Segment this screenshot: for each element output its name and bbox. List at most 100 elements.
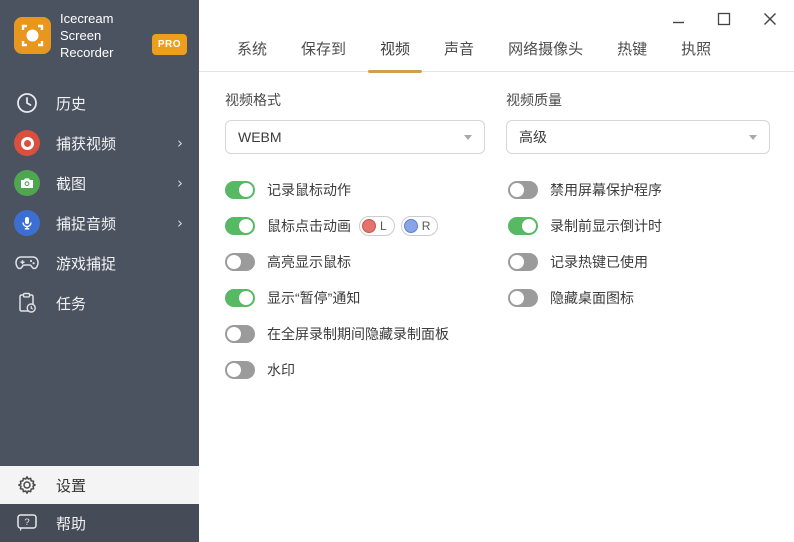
toggle-row-hide-desktop-icons: 隐藏桌面图标: [508, 287, 662, 309]
record-icon: [14, 130, 40, 156]
left-click-color-badge[interactable]: L: [359, 216, 395, 236]
sidebar-item-settings[interactable]: 设置: [0, 466, 199, 504]
tab-webcam[interactable]: 网络摄像头: [506, 38, 585, 71]
left-click-color-dot: [362, 219, 376, 233]
toggle-label: 高亮显示鼠标: [267, 252, 351, 272]
video-quality-value: 高级: [519, 127, 547, 147]
left-click-letter: L: [380, 219, 387, 233]
video-quality-field: 视频质量 高级: [506, 90, 770, 154]
disable-screensaver-toggle[interactable]: [508, 181, 538, 199]
screenshot-icon: [14, 170, 40, 196]
toggle-label: 在全屏录制期间隐藏录制面板: [267, 324, 449, 344]
right-click-color-dot: [404, 219, 418, 233]
record-mouse-movements-toggle[interactable]: [225, 181, 255, 199]
sidebar-item-label: 捕获视频: [56, 133, 116, 154]
sidebar-item-label: 设置: [56, 475, 86, 496]
toggle-row-mouse-click-animation: 鼠标点击动画 L R: [225, 215, 508, 237]
pro-badge: PRO: [152, 34, 187, 55]
toggle-row-show-pause-notification: 显示“暂停”通知: [225, 287, 508, 309]
app-window: Icecream Screen Recorder PRO 历史 捕获视频 ›: [0, 0, 794, 542]
mouse-click-animation-toggle[interactable]: [225, 217, 255, 235]
microphone-icon: [14, 210, 40, 236]
video-format-label: 视频格式: [225, 90, 506, 110]
highlight-mouse-toggle[interactable]: [225, 253, 255, 271]
toggle-label: 记录鼠标动作: [267, 180, 351, 200]
right-click-color-badge[interactable]: R: [401, 216, 439, 236]
chevron-right-icon: ›: [177, 174, 183, 192]
toggle-row-hide-panel-fullscreen: 在全屏录制期间隐藏录制面板: [225, 323, 508, 345]
sidebar-item-label: 游戏捕捉: [56, 253, 116, 274]
video-format-field: 视频格式 WEBM: [225, 90, 506, 154]
chevron-right-icon: ›: [177, 134, 183, 152]
dropdown-arrow-icon: [464, 135, 472, 140]
toggle-label: 记录热键已使用: [550, 252, 648, 272]
app-title-line2: Screen Recorder: [60, 27, 146, 61]
toggle-column-left: 记录鼠标动作 鼠标点击动画 L R: [225, 179, 508, 395]
sidebar-item-screenshot[interactable]: 截图 ›: [0, 163, 199, 203]
sidebar-bottom: 设置 ? 帮助: [0, 466, 199, 542]
tab-video[interactable]: 视频: [378, 38, 412, 71]
toggle-label: 录制前显示倒计时: [550, 216, 662, 236]
mouse-click-color-badges: L R: [359, 216, 438, 236]
tab-system[interactable]: 系统: [235, 38, 269, 71]
toggle-column-right: 禁用屏幕保护程序 录制前显示倒计时 记录热键已使用 隐藏桌面图标: [508, 179, 662, 395]
toggle-row-watermark: 水印: [225, 359, 508, 381]
toggle-row-countdown-before-recording: 录制前显示倒计时: [508, 215, 662, 237]
sidebar-item-capture-audio[interactable]: 捕捉音频 ›: [0, 203, 199, 243]
video-format-select[interactable]: WEBM: [225, 120, 485, 154]
toggle-label: 鼠标点击动画: [267, 216, 351, 236]
toggle-row-record-hotkeys-used: 记录热键已使用: [508, 251, 662, 273]
record-hotkeys-used-toggle[interactable]: [508, 253, 538, 271]
video-quality-label: 视频质量: [506, 90, 770, 110]
right-click-letter: R: [422, 219, 431, 233]
sidebar-item-history[interactable]: 历史: [0, 83, 199, 123]
app-logo: Icecream Screen Recorder PRO: [0, 0, 199, 69]
maximize-button[interactable]: [712, 8, 736, 30]
video-format-value: WEBM: [238, 129, 282, 145]
settings-tabs: 系统 保存到 视频 声音 网络摄像头 热键 执照: [199, 38, 794, 72]
toggle-row-record-mouse-movements: 记录鼠标动作: [225, 179, 508, 201]
app-logo-icon: [14, 17, 51, 54]
video-settings-content: 视频格式 WEBM 视频质量 高级: [199, 72, 794, 395]
toggle-label: 水印: [267, 360, 295, 380]
video-quality-select[interactable]: 高级: [506, 120, 770, 154]
svg-text:?: ?: [24, 517, 29, 528]
toggle-row-highlight-mouse: 高亮显示鼠标: [225, 251, 508, 273]
sidebar-item-capture-video[interactable]: 捕获视频 ›: [0, 123, 199, 163]
app-title-line1: Icecream: [60, 10, 187, 27]
sidebar-item-label: 帮助: [56, 513, 86, 534]
gamepad-icon: [14, 250, 40, 276]
dropdown-arrow-icon: [749, 135, 757, 140]
close-button[interactable]: [758, 8, 782, 30]
gear-icon: [14, 474, 40, 496]
chevron-right-icon: ›: [177, 214, 183, 232]
history-icon: [14, 90, 40, 116]
sidebar: Icecream Screen Recorder PRO 历史 捕获视频 ›: [0, 0, 199, 542]
sidebar-item-label: 任务: [56, 293, 86, 314]
sidebar-item-game-capture[interactable]: 游戏捕捉: [0, 243, 199, 283]
hide-panel-fullscreen-toggle[interactable]: [225, 325, 255, 343]
toggle-label: 禁用屏幕保护程序: [550, 180, 662, 200]
toggle-label: 隐藏桌面图标: [550, 288, 634, 308]
tasks-icon: [14, 290, 40, 316]
sidebar-item-label: 捕捉音频: [56, 213, 116, 234]
tab-hotkeys[interactable]: 热键: [615, 38, 649, 71]
app-title: Icecream Screen Recorder PRO: [60, 10, 187, 61]
hide-desktop-icons-toggle[interactable]: [508, 289, 538, 307]
toggle-label: 显示“暂停”通知: [267, 288, 360, 308]
toggle-row-disable-screensaver: 禁用屏幕保护程序: [508, 179, 662, 201]
watermark-toggle[interactable]: [225, 361, 255, 379]
sidebar-item-label: 截图: [56, 173, 86, 194]
minimize-button[interactable]: [666, 8, 690, 30]
help-icon: ?: [14, 512, 40, 534]
tab-audio[interactable]: 声音: [442, 38, 476, 71]
sidebar-item-label: 历史: [56, 93, 86, 114]
tab-save-to[interactable]: 保存到: [299, 38, 348, 71]
main-panel: 系统 保存到 视频 声音 网络摄像头 热键 执照 视频格式 WEBM 视频质量: [199, 0, 794, 542]
countdown-before-recording-toggle[interactable]: [508, 217, 538, 235]
sidebar-item-help[interactable]: ? 帮助: [0, 504, 199, 542]
sidebar-item-tasks[interactable]: 任务: [0, 283, 199, 323]
tab-license[interactable]: 执照: [679, 38, 713, 71]
show-pause-notification-toggle[interactable]: [225, 289, 255, 307]
window-controls: [666, 8, 782, 30]
